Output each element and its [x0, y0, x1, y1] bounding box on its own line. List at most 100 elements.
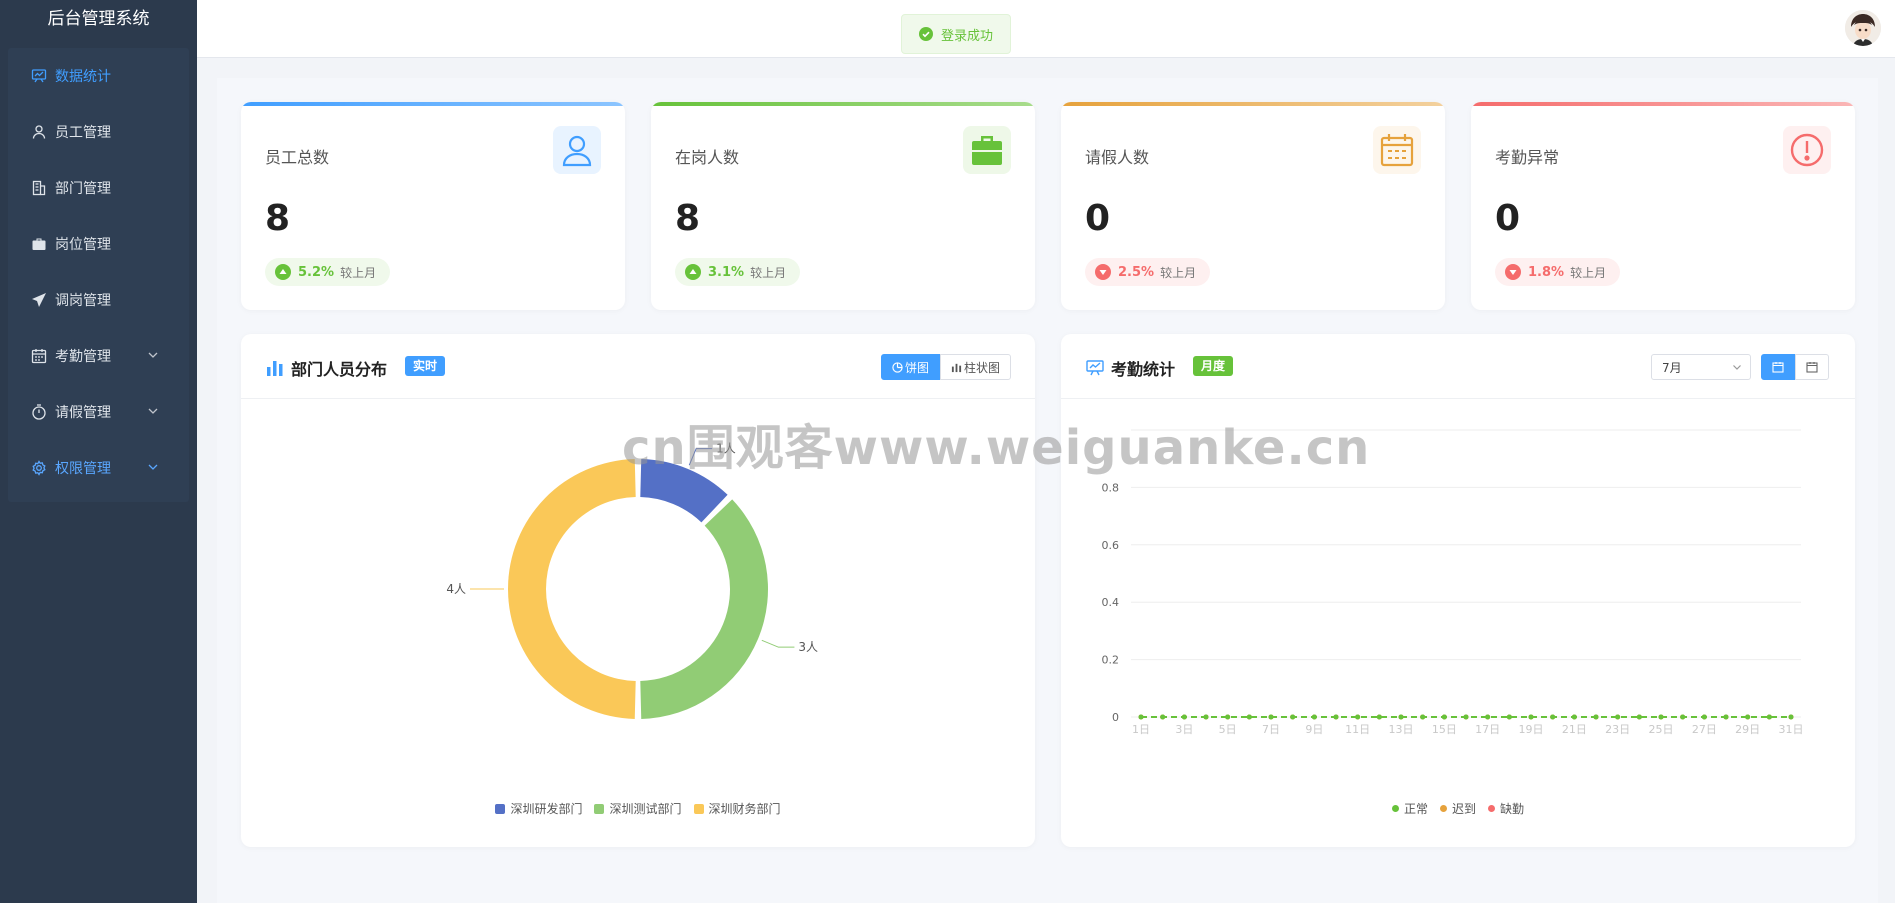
bar-chart-icon [267, 361, 283, 376]
data-point[interactable] [1441, 714, 1447, 720]
alert-icon [1783, 126, 1831, 174]
data-point[interactable] [1290, 714, 1296, 720]
x-tick-label: 19日 [1519, 723, 1544, 736]
data-point[interactable] [1463, 714, 1469, 720]
calendar-icon [1373, 126, 1421, 174]
trend-compare: 较上月 [1160, 265, 1197, 280]
x-tick-label: 7日 [1262, 723, 1280, 736]
pie-data-label: 3人 [798, 640, 818, 654]
sidebar-item-attendance[interactable]: 考勤管理 [8, 328, 189, 384]
month-select-value: 7月 [1662, 360, 1682, 375]
legend-label: 深圳财务部门 [708, 802, 781, 816]
data-point[interactable] [1268, 714, 1274, 720]
sidebar-item-employees[interactable]: 员工管理 [8, 104, 189, 160]
data-point[interactable] [1571, 714, 1577, 720]
legend-item[interactable]: 迟到 [1439, 800, 1476, 817]
trend-percent: 5.2% [298, 264, 335, 280]
sidebar: 后台管理系统 数据统计 员工管理 部门管理 岗位管理 调岗管理 考勤管理 请假管… [0, 0, 197, 903]
data-point[interactable] [1181, 714, 1187, 720]
x-tick-label: 15日 [1432, 723, 1457, 736]
trend-badge: 1.8% 较上月 [1495, 258, 1621, 286]
month-select[interactable]: 7月 [1651, 354, 1751, 380]
sidebar-item-label: 部门管理 [55, 181, 111, 197]
data-point[interactable] [1593, 714, 1599, 720]
data-point[interactable] [1528, 714, 1534, 720]
stat-card-total: 员工总数 8 5.2% 较上月 [241, 102, 625, 310]
data-point[interactable] [1788, 714, 1794, 720]
data-point[interactable] [1745, 714, 1751, 720]
calendar-view-button[interactable] [1761, 354, 1795, 380]
sidebar-item-label: 数据统计 [55, 69, 111, 85]
x-tick-label: 11日 [1345, 723, 1370, 736]
data-point[interactable] [1506, 714, 1512, 720]
legend-item[interactable]: 缺勤 [1488, 800, 1524, 817]
bar-chart-label: 柱状图 [964, 360, 1001, 375]
data-point[interactable] [1333, 714, 1339, 720]
pie-slice[interactable] [507, 459, 636, 719]
data-point[interactable] [1420, 714, 1426, 720]
legend-item[interactable]: 深圳研发部门 [495, 800, 582, 817]
avatar[interactable] [1845, 10, 1881, 46]
stopwatch-icon [31, 404, 47, 420]
trend-compare: 较上月 [340, 265, 377, 280]
stat-card-anomaly: 考勤异常 0 1.8% 较上月 [1471, 102, 1855, 310]
data-point[interactable] [1203, 714, 1209, 720]
gear-icon [31, 460, 47, 476]
data-point[interactable] [1766, 714, 1772, 720]
data-point[interactable] [1723, 714, 1729, 720]
legend-label: 深圳测试部门 [609, 802, 682, 816]
legend-swatch [495, 803, 506, 814]
sidebar-item-permissions[interactable]: 权限管理 [8, 440, 189, 496]
data-point[interactable] [1246, 714, 1252, 720]
data-point[interactable] [1550, 714, 1556, 720]
data-point[interactable] [1138, 714, 1144, 720]
x-tick-label: 31日 [1779, 723, 1804, 736]
x-tick-label: 21日 [1562, 723, 1587, 736]
legend-dot [1488, 805, 1495, 812]
trend-compare: 较上月 [1570, 265, 1607, 280]
data-point[interactable] [1376, 714, 1382, 720]
stat-label: 员工总数 [265, 148, 330, 167]
data-point[interactable] [1160, 714, 1166, 720]
data-point[interactable] [1311, 714, 1317, 720]
data-point[interactable] [1355, 714, 1361, 720]
y-tick-label: 0 [1112, 711, 1119, 724]
sidebar-item-transfers[interactable]: 调岗管理 [8, 272, 189, 328]
briefcase-icon [31, 236, 47, 252]
data-point[interactable] [1701, 714, 1707, 720]
data-point[interactable] [1658, 714, 1664, 720]
sidebar-item-statistics[interactable]: 数据统计 [8, 48, 189, 104]
data-point[interactable] [1485, 714, 1491, 720]
briefcase-icon [963, 126, 1011, 174]
stat-label: 请假人数 [1085, 148, 1150, 167]
arrow-up-icon [685, 264, 701, 280]
send-icon [31, 292, 47, 308]
pie-slice[interactable] [640, 499, 768, 719]
sidebar-item-departments[interactable]: 部门管理 [8, 160, 189, 216]
legend-item[interactable]: 正常 [1391, 800, 1428, 817]
data-point[interactable] [1636, 714, 1642, 720]
x-tick-label: 23日 [1605, 723, 1630, 736]
pie-slice[interactable] [640, 459, 728, 523]
data-point[interactable] [1615, 714, 1621, 720]
sidebar-item-positions[interactable]: 岗位管理 [8, 216, 189, 272]
pie-chart-button[interactable]: 饼图 [881, 354, 941, 380]
legend-item[interactable]: 深圳测试部门 [594, 800, 682, 817]
calendar-alt-view-button[interactable] [1795, 354, 1829, 380]
check-circle-icon [918, 27, 933, 41]
bar-chart-button[interactable]: 柱状图 [940, 354, 1012, 380]
data-point[interactable] [1680, 714, 1686, 720]
x-tick-label: 9日 [1305, 723, 1323, 736]
data-point[interactable] [1225, 714, 1231, 720]
x-tick-label: 1日 [1132, 723, 1150, 736]
trend-percent: 1.8% [1528, 264, 1565, 280]
sidebar-item-label: 权限管理 [55, 461, 111, 477]
legend-item[interactable]: 深圳财务部门 [693, 800, 781, 817]
sidebar-item-label: 考勤管理 [55, 349, 111, 365]
sidebar-item-leave[interactable]: 请假管理 [8, 384, 189, 440]
x-tick-label: 3日 [1175, 723, 1193, 736]
data-point[interactable] [1398, 714, 1404, 720]
stat-card-on-duty: 在岗人数 8 3.1% 较上月 [651, 102, 1035, 310]
arrow-down-icon [1095, 264, 1111, 280]
x-tick-label: 29日 [1735, 723, 1760, 736]
